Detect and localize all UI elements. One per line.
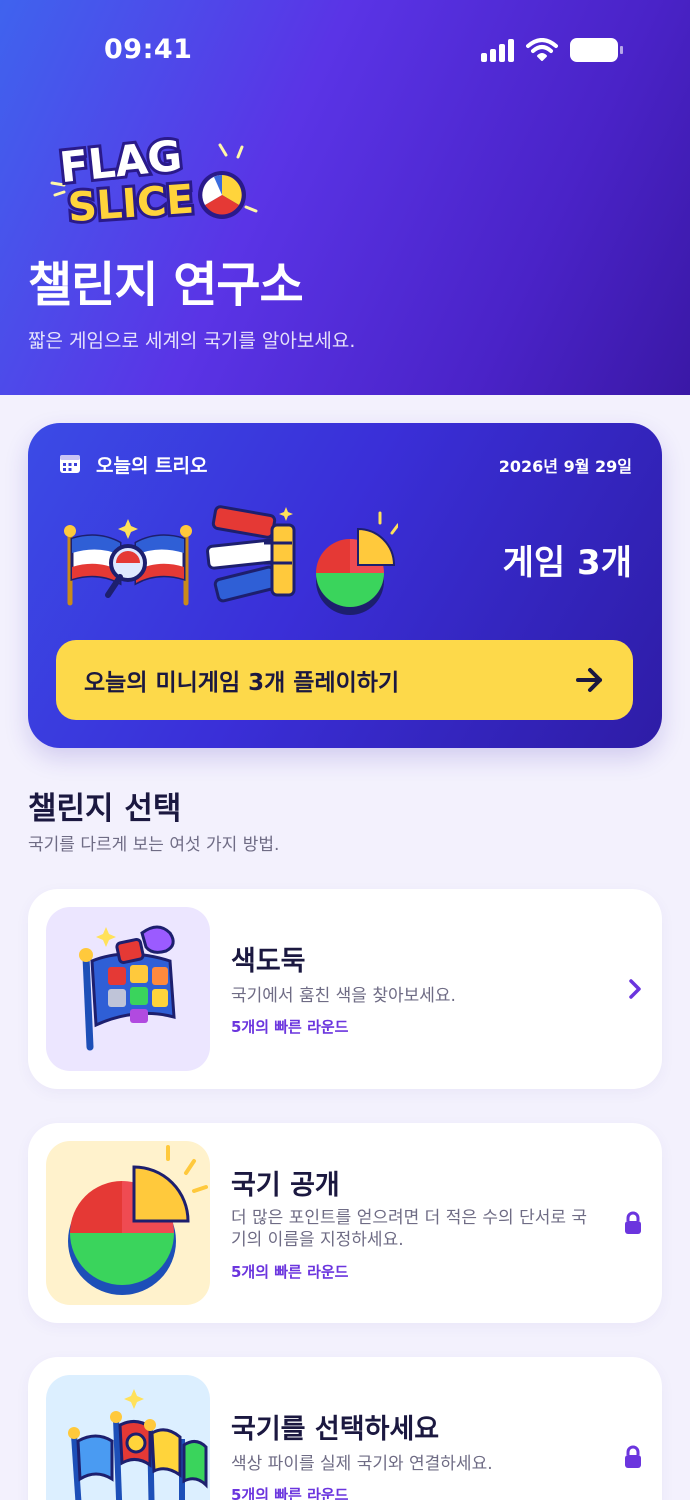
- signal-icon: [481, 38, 514, 62]
- pie-chart-icon: [68, 1145, 208, 1295]
- logo-text-slice: SLICE: [66, 177, 195, 225]
- daily-trio-card: 오늘의 트리오 2026년 9월 29일 게임 3개 오늘의 미니게임 3개 플…: [28, 423, 662, 748]
- flag-reveal-thumbnail: [46, 1141, 210, 1305]
- page-subtitle: 짧은 게임으로 세계의 국기를 알아보세요.: [28, 330, 356, 352]
- chevron-right-icon: [629, 979, 641, 999]
- daily-trio-game-count: 게임 3개: [502, 543, 632, 583]
- challenge-rounds: 5개의 빠른 라운드: [231, 1018, 349, 1036]
- pie-chart-icon: [316, 511, 398, 615]
- challenge-title: 색도둑: [231, 946, 306, 977]
- stacked-bars-icon: [206, 505, 296, 603]
- challenge-description: 더 많은 포인트를 얻으려면 더 적은 수의 단서로 국기의 이름을 지정하세요…: [231, 1208, 588, 1250]
- pick-flag-thumbnail: [46, 1375, 210, 1500]
- lock-icon: [625, 1445, 641, 1468]
- challenge-description: 색상 파이를 실제 국기와 연결하세요.: [231, 1454, 493, 1474]
- challenge-rounds: 5개의 빠른 라운드: [231, 1263, 349, 1281]
- challenge-rounds: 5개의 빠른 라운드: [231, 1486, 349, 1500]
- daily-trio-label: 오늘의 트리오: [96, 455, 208, 477]
- flags-group-icon: [68, 1389, 208, 1500]
- challenge-description: 국기에서 훔친 색을 찾아보세요.: [231, 986, 456, 1006]
- challenge-card-pick-flag[interactable]: 국기를 선택하세요 색상 파이를 실제 국기와 연결하세요. 5개의 빠른 라운…: [28, 1357, 662, 1500]
- color-thief-thumbnail: [46, 907, 210, 1071]
- flags-magnifier-icon: [64, 519, 192, 606]
- lock-icon: [625, 1211, 641, 1234]
- page-title: 챌린지 연구소: [28, 257, 304, 313]
- play-daily-trio-button[interactable]: 오늘의 미니게임 3개 플레이하기: [56, 640, 633, 720]
- challenge-card-color-thief[interactable]: 색도둑 국기에서 훔친 색을 찾아보세요. 5개의 빠른 라운드: [28, 889, 662, 1089]
- hero-header: 09:41 FLAG SLICE 챌린지 연구소 짧은 게임으로 세계의 국기를…: [0, 0, 690, 395]
- calendar-icon: [60, 455, 80, 473]
- daily-trio-illustration: [64, 505, 398, 615]
- play-daily-trio-label: 오늘의 미니게임 3개 플레이하기: [84, 670, 400, 696]
- challenge-card-flag-reveal[interactable]: 국기 공개 더 많은 포인트를 얻으려면 더 적은 수의 단서로 국기의 이름을…: [28, 1123, 662, 1323]
- daily-trio-date: 2026년 9월 29일: [498, 457, 632, 476]
- status-bar: 09:41: [0, 0, 690, 100]
- challenge-title: 국기 공개: [231, 1170, 340, 1201]
- challenges-subtitle: 국기를 다르게 보는 여섯 가지 방법.: [28, 835, 280, 855]
- challenge-title: 국기를 선택하세요: [231, 1414, 440, 1445]
- wifi-icon: [526, 38, 558, 61]
- status-time: 09:41: [104, 34, 193, 65]
- arrow-right-icon: [576, 668, 602, 692]
- status-icons: [481, 38, 623, 62]
- color-palette-flag-icon: [79, 925, 176, 1051]
- flag-slice-logo: FLAG SLICE: [50, 128, 258, 225]
- challenges-title: 챌린지 선택: [28, 791, 182, 827]
- battery-icon: [570, 38, 623, 62]
